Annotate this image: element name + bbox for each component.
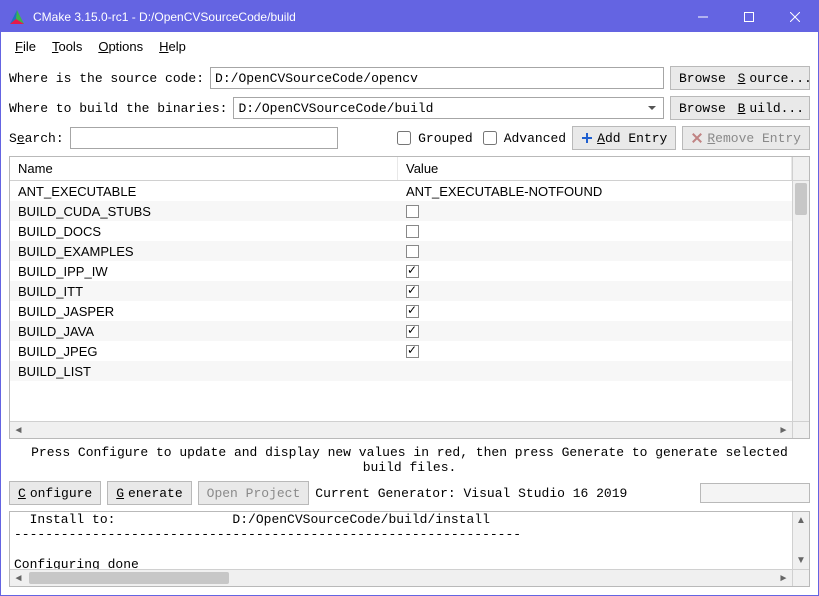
menu-options[interactable]: Options — [90, 36, 151, 57]
advanced-label: Advanced — [504, 131, 566, 146]
search-label: Search: — [9, 131, 64, 146]
menu-file[interactable]: File — [7, 36, 44, 57]
cell-name[interactable]: BUILD_EXAMPLES — [10, 241, 398, 261]
build-label: Where to build the binaries: — [9, 101, 227, 116]
scrollbar-thumb[interactable] — [29, 572, 229, 584]
cell-name[interactable]: ANT_EXECUTABLE — [10, 181, 398, 201]
open-project-button: Open Project — [198, 481, 310, 505]
bool-checkbox[interactable] — [406, 265, 419, 278]
source-path-input[interactable] — [210, 67, 664, 89]
bool-checkbox[interactable] — [406, 305, 419, 318]
scroll-right-icon[interactable]: ► — [775, 570, 792, 586]
x-icon — [691, 132, 703, 144]
cell-value[interactable] — [398, 261, 792, 281]
build-path-combo[interactable] — [233, 97, 664, 119]
cell-value[interactable] — [398, 201, 792, 221]
bool-checkbox[interactable] — [406, 345, 419, 358]
cell-name[interactable]: BUILD_ITT — [10, 281, 398, 301]
bool-checkbox[interactable] — [406, 245, 419, 258]
column-name[interactable]: Name — [10, 157, 398, 180]
advanced-checkbox[interactable]: Advanced — [479, 128, 566, 148]
table-row[interactable]: BUILD_LIST — [10, 361, 792, 381]
cache-vertical-scrollbar[interactable] — [792, 181, 809, 421]
cmake-window: CMake 3.15.0-rc1 - D:/OpenCVSourceCode/b… — [0, 0, 819, 596]
table-row[interactable]: BUILD_JAVA — [10, 321, 792, 341]
grouped-label: Grouped — [418, 131, 473, 146]
remove-entry-button: Remove Entry — [682, 126, 810, 150]
cell-value[interactable] — [398, 301, 792, 321]
output-text[interactable]: Install to: D:/OpenCVSourceCode/build/in… — [10, 512, 792, 569]
table-row[interactable]: BUILD_JPEG — [10, 341, 792, 361]
table-row[interactable]: BUILD_IPP_IW — [10, 261, 792, 281]
table-row[interactable]: BUILD_JASPER — [10, 301, 792, 321]
bool-checkbox[interactable] — [406, 225, 419, 238]
scroll-up-icon[interactable]: ▲ — [793, 512, 809, 529]
maximize-button[interactable] — [726, 1, 772, 32]
output-log: Install to: D:/OpenCVSourceCode/build/in… — [9, 511, 810, 587]
plus-icon — [581, 132, 593, 144]
menu-tools[interactable]: Tools — [44, 36, 90, 57]
cache-table-header: Name Value — [10, 157, 809, 181]
menu-help[interactable]: Help — [151, 36, 194, 57]
column-value[interactable]: Value — [398, 157, 792, 180]
scroll-corner — [792, 570, 809, 586]
titlebar[interactable]: CMake 3.15.0-rc1 - D:/OpenCVSourceCode/b… — [1, 1, 818, 32]
bool-checkbox[interactable] — [406, 285, 419, 298]
cell-name[interactable]: BUILD_LIST — [10, 361, 398, 381]
cell-value[interactable]: ANT_EXECUTABLE-NOTFOUND — [398, 181, 792, 201]
hint-text: Press Configure to update and display ne… — [9, 445, 810, 475]
browse-source-button[interactable]: Browse Source... — [670, 66, 810, 90]
search-input[interactable] — [70, 127, 338, 149]
cache-horizontal-scrollbar[interactable]: ◄ ► — [10, 421, 809, 438]
scroll-down-icon[interactable]: ▼ — [793, 552, 809, 569]
output-vertical-scrollbar[interactable]: ▲ ▼ — [792, 512, 809, 569]
table-row[interactable]: BUILD_DOCS — [10, 221, 792, 241]
scrollbar-thumb[interactable] — [795, 183, 807, 215]
cache-table: Name Value ANT_EXECUTABLEANT_EXECUTABLE-… — [9, 156, 810, 439]
add-entry-button[interactable]: Add Entry — [572, 126, 676, 150]
cell-value[interactable] — [398, 361, 792, 381]
scroll-right-icon[interactable]: ► — [775, 422, 792, 438]
table-row[interactable]: ANT_EXECUTABLEANT_EXECUTABLE-NOTFOUND — [10, 181, 792, 201]
cell-value[interactable] — [398, 321, 792, 341]
source-label: Where is the source code: — [9, 71, 204, 86]
advanced-checkbox-input[interactable] — [483, 131, 497, 145]
minimize-button[interactable] — [680, 1, 726, 32]
scroll-left-icon[interactable]: ◄ — [10, 422, 27, 438]
grouped-checkbox[interactable]: Grouped — [393, 128, 473, 148]
table-row[interactable]: BUILD_ITT — [10, 281, 792, 301]
menubar: File Tools Options Help — [1, 32, 818, 60]
output-horizontal-scrollbar[interactable]: ◄ ► — [10, 569, 809, 586]
cell-name[interactable]: BUILD_JPEG — [10, 341, 398, 361]
cell-name[interactable]: BUILD_JASPER — [10, 301, 398, 321]
bool-checkbox[interactable] — [406, 205, 419, 218]
generate-button[interactable]: Generate — [107, 481, 191, 505]
cell-name[interactable]: BUILD_CUDA_STUBS — [10, 201, 398, 221]
scroll-corner — [792, 422, 809, 438]
header-scroll-corner — [792, 157, 809, 180]
table-row[interactable]: BUILD_CUDA_STUBS — [10, 201, 792, 221]
cell-name[interactable]: BUILD_JAVA — [10, 321, 398, 341]
browse-build-button[interactable]: Browse Build... — [670, 96, 810, 120]
cell-name[interactable]: BUILD_IPP_IW — [10, 261, 398, 281]
cell-value[interactable] — [398, 221, 792, 241]
cell-value[interactable] — [398, 341, 792, 361]
grouped-checkbox-input[interactable] — [397, 131, 411, 145]
scroll-left-icon[interactable]: ◄ — [10, 570, 27, 586]
current-generator-label: Current Generator: Visual Studio 16 2019 — [315, 486, 627, 501]
window-title: CMake 3.15.0-rc1 - D:/OpenCVSourceCode/b… — [33, 10, 296, 24]
cmake-logo-icon — [9, 9, 25, 25]
close-button[interactable] — [772, 1, 818, 32]
bool-checkbox[interactable] — [406, 325, 419, 338]
cell-name[interactable]: BUILD_DOCS — [10, 221, 398, 241]
progress-bar — [700, 483, 810, 503]
configure-button[interactable]: Configure — [9, 481, 101, 505]
cell-value[interactable] — [398, 281, 792, 301]
cell-value[interactable] — [398, 241, 792, 261]
table-row[interactable]: BUILD_EXAMPLES — [10, 241, 792, 261]
